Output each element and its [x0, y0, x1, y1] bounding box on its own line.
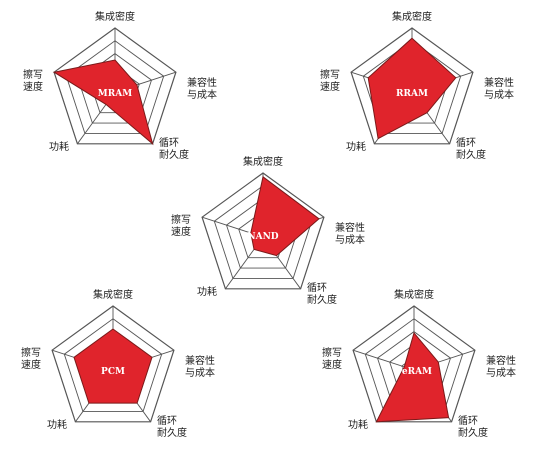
data-area [375, 331, 450, 423]
axis-label: 集成密度 [243, 155, 283, 168]
axis-label: 集成密度 [394, 288, 434, 301]
axis-label: 功耗 [47, 419, 67, 431]
axis-label: 擦写速度 [21, 346, 41, 371]
axis-label: 功耗 [348, 419, 368, 431]
radar-chart-mram: MRAM 集成密度兼容性与成本循环耐久度 功耗 擦写速度 [23, 10, 217, 161]
axis-label: 集成密度 [93, 288, 133, 301]
chart-title: NAND [247, 232, 278, 242]
axis-label: 循环耐久度 [159, 136, 189, 161]
axis-label: 擦写速度 [322, 346, 342, 371]
axis-label: 循环耐久度 [307, 281, 337, 306]
axis-label: 功耗 [197, 286, 217, 298]
axis-label: 循环耐久度 [458, 414, 488, 439]
axis-label: 擦写速度 [23, 68, 43, 93]
axis-label: 擦写速度 [320, 68, 340, 93]
axis-label: 兼容性与成本 [335, 221, 365, 246]
radar-chart-figure: MRAM集成密度兼容性与成本循环耐久度功耗擦写速度RRAM集成密度兼容性与成本循… [21, 10, 516, 439]
radar-chart-feram: FeRAM 集成密度兼容性与成本循环耐久度 功耗 擦写速度 [322, 288, 516, 439]
radar-chart-nand: NAND 集成密度兼容性与成本循环耐久度 功耗 擦写速度 [171, 155, 365, 306]
axis-label: 兼容性与成本 [486, 354, 516, 379]
axis-label: 集成密度 [95, 10, 135, 23]
axis-label: 兼容性与成本 [187, 76, 217, 101]
chart-title: FeRAM [396, 367, 432, 377]
axis-label: 循环耐久度 [456, 136, 486, 161]
axis-label: 功耗 [346, 141, 366, 153]
radar-chart-rram: RRAM 集成密度兼容性与成本循环耐久度 功耗 擦写速度 [320, 10, 514, 161]
axis-label: 功耗 [49, 141, 69, 153]
axis-label: 兼容性与成本 [484, 76, 514, 101]
chart-title: MRAM [98, 89, 132, 99]
axis-label: 擦写速度 [171, 213, 191, 238]
axis-label: 集成密度 [392, 10, 432, 23]
chart-title: PCM [101, 367, 125, 377]
axis-label: 兼容性与成本 [185, 354, 215, 379]
chart-title: RRAM [396, 89, 428, 99]
axis-label: 循环耐久度 [157, 414, 187, 439]
data-area [52, 59, 154, 146]
radar-chart-pcm: PCM集成密度兼容性与成本循环耐久度功耗擦写速度 [21, 288, 215, 439]
